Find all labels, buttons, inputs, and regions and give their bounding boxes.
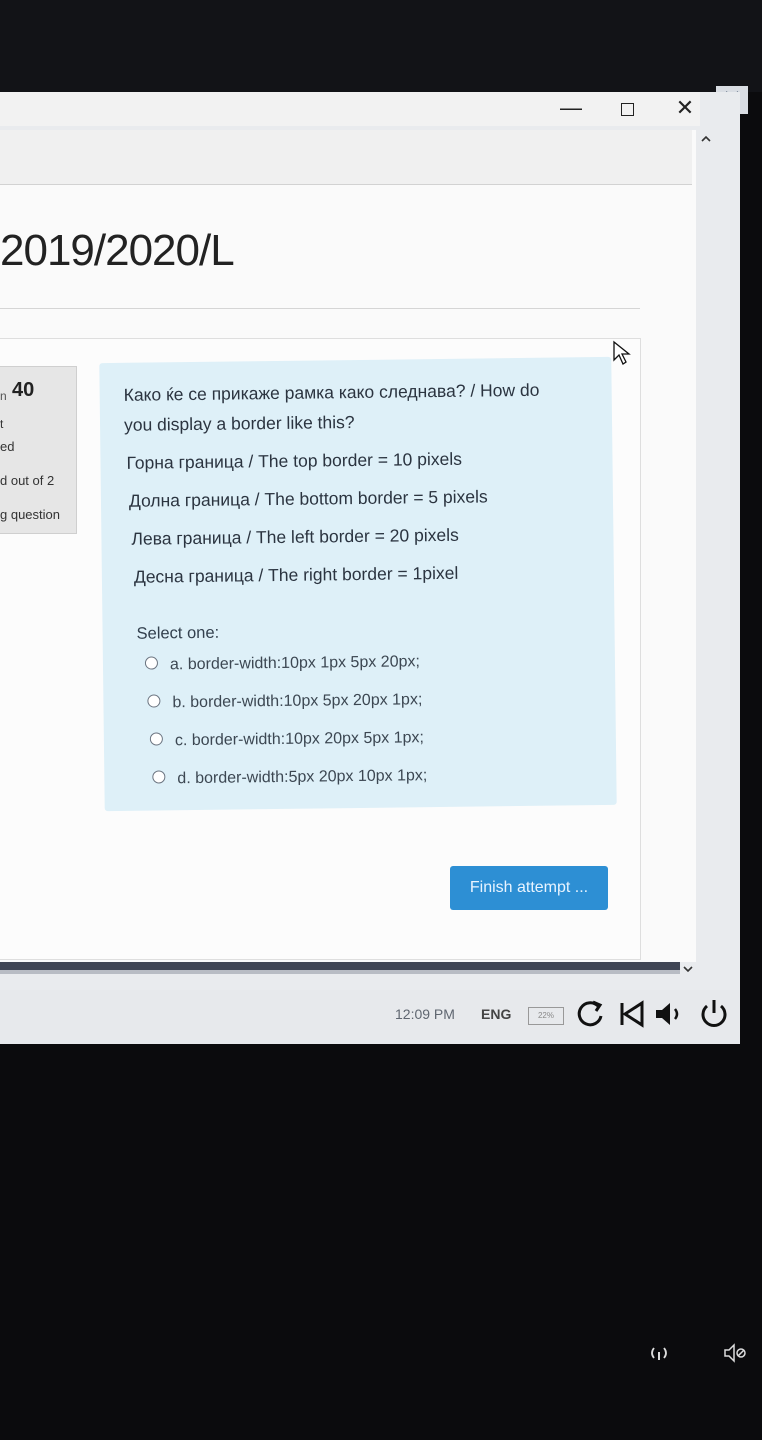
- question-number: 40: [12, 379, 35, 401]
- mouse-cursor-icon: [613, 340, 631, 365]
- left-border-spec: Лева граница / The left border = 20 pixe…: [131, 524, 459, 549]
- scroll-up-button[interactable]: [696, 130, 716, 150]
- chevron-down-icon: [683, 966, 693, 973]
- question-status: ed: [0, 439, 15, 454]
- question-state-fragment: t: [0, 417, 4, 431]
- language-indicator[interactable]: ENG: [481, 1006, 511, 1022]
- monitor-bezel: [0, 0, 762, 92]
- page-title: 2019/2020/L: [0, 226, 235, 275]
- scroll-down-button[interactable]: [678, 962, 698, 982]
- window-bottom-bar: [0, 962, 680, 970]
- screen: — ✕ 2019/2020/L n 40 t ed d out of 2 g q…: [0, 92, 740, 1044]
- refresh-icon[interactable]: [572, 996, 608, 1032]
- window-titlebar: — ✕: [0, 92, 700, 126]
- wifi-call-icon: [651, 1347, 667, 1360]
- minimize-icon: —: [560, 95, 582, 120]
- question-prompt-line-2: you display a border like this?: [123, 412, 355, 435]
- taskbar: 12:09 PM ENG 22%: [0, 990, 740, 1044]
- answer-option-b[interactable]: b. border-width:10px 5px 20px 1px;: [147, 691, 422, 712]
- browser-content: 2019/2020/L n 40 t ed d out of 2 g quest…: [0, 130, 696, 962]
- answer-option-c-label: c. border-width:10px 20px 5px 1px;: [174, 729, 425, 750]
- finish-attempt-button[interactable]: Finish attempt ...: [450, 866, 608, 910]
- divider: [0, 308, 640, 309]
- question-prompt-line-1: Како ќе се прикаже рамка како следнава? …: [123, 379, 540, 405]
- skip-back-icon[interactable]: [614, 996, 650, 1032]
- question-info-box: n 40 t ed d out of 2 g question: [0, 366, 77, 534]
- chevron-up-icon: [701, 135, 711, 142]
- taskbar-clock: 12:09 PM: [395, 1006, 455, 1022]
- answer-option-d[interactable]: d. border-width:5px 20px 10px 1px;: [152, 767, 427, 788]
- question-number-prefix: n: [0, 389, 7, 403]
- flag-question-link[interactable]: g question: [0, 507, 60, 522]
- maximize-icon: [620, 102, 634, 116]
- battery-indicator: 22%: [528, 1007, 564, 1025]
- window-bottom-edge: [0, 970, 680, 974]
- radio-button-d[interactable]: [152, 770, 166, 784]
- minimize-button[interactable]: —: [556, 94, 586, 122]
- sound-off-icon: [724, 1343, 746, 1363]
- power-icon[interactable]: [696, 996, 732, 1032]
- answer-option-c[interactable]: c. border-width:10px 20px 5px 1px;: [149, 729, 425, 750]
- top-border-spec: Горна граница / The top border = 10 pixe…: [126, 448, 463, 473]
- close-icon: ✕: [675, 95, 695, 120]
- answer-option-a-label: a. border-width:10px 1px 5px 20px;: [169, 653, 420, 674]
- radio-button-b[interactable]: [147, 694, 161, 708]
- answer-option-a[interactable]: a. border-width:10px 1px 5px 20px;: [144, 653, 420, 674]
- bottom-border-spec: Долна граница / The bottom border = 5 pi…: [128, 486, 488, 511]
- volume-icon[interactable]: [652, 996, 688, 1032]
- top-navigation: [0, 130, 692, 185]
- answer-option-b-label: b. border-width:10px 5px 20px 1px;: [172, 691, 423, 712]
- close-button[interactable]: ✕: [670, 94, 700, 122]
- question-text-box: Како ќе се прикаже рамка како следнава? …: [99, 356, 617, 812]
- radio-button-a[interactable]: [144, 656, 159, 670]
- answer-option-d-label: d. border-width:5px 20px 10px 1px;: [177, 767, 428, 788]
- right-border-spec: Десна граница / The right border = 1pixe…: [133, 562, 459, 587]
- select-one-label: Select one:: [136, 623, 220, 643]
- radio-button-c[interactable]: [149, 732, 163, 746]
- question-marks: d out of 2: [0, 473, 55, 488]
- maximize-button[interactable]: [612, 94, 642, 122]
